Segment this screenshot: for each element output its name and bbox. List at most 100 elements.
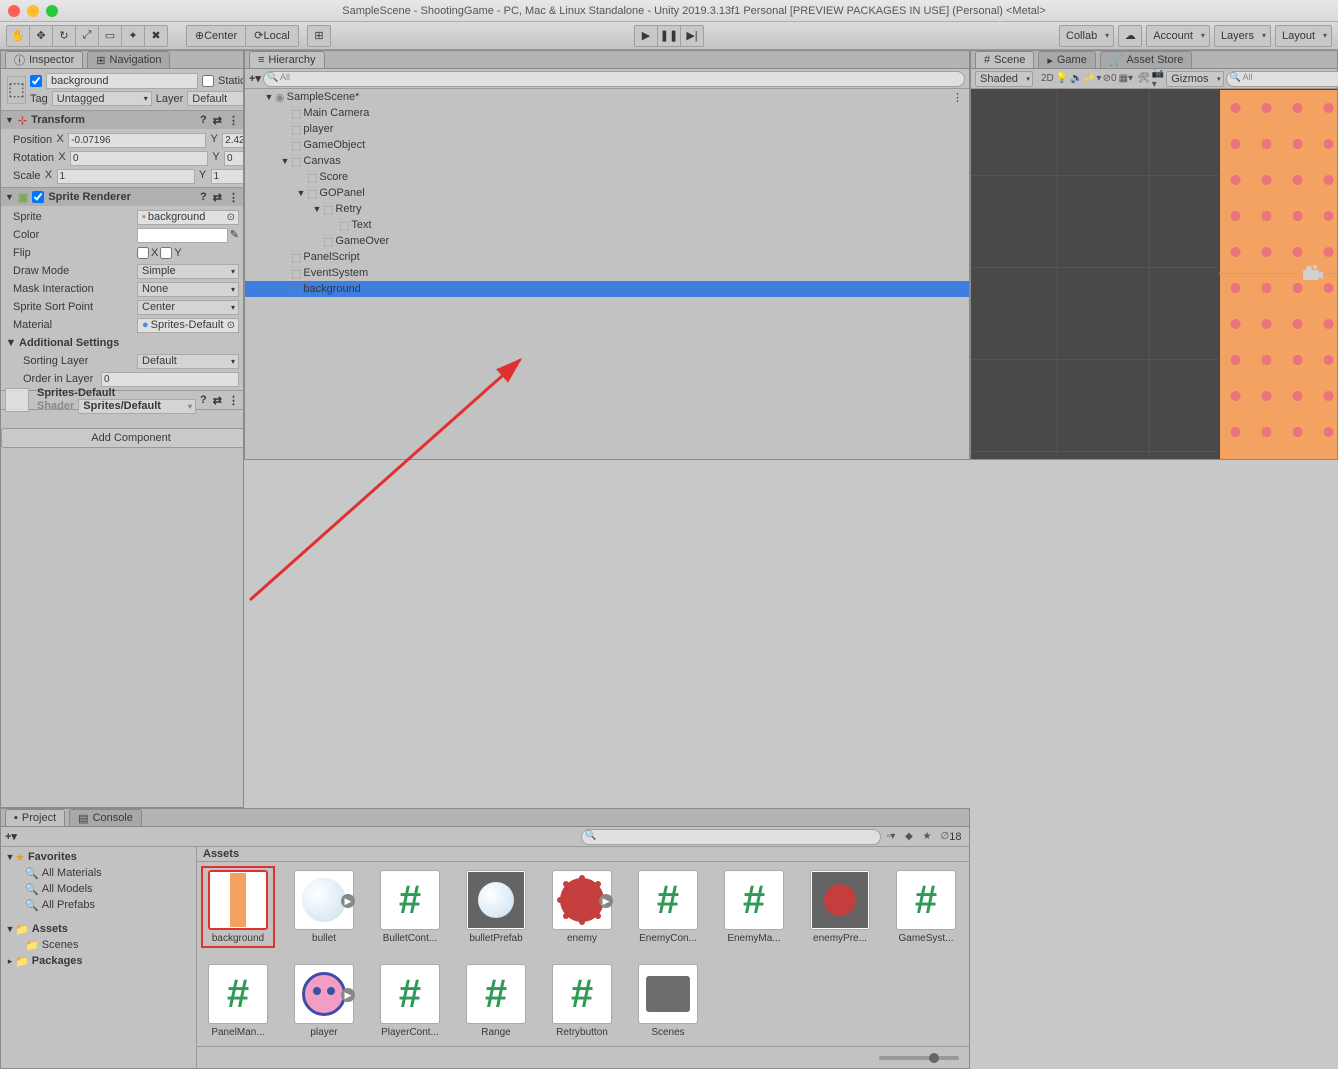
orderinlayer-input[interactable] — [101, 372, 239, 387]
eyedropper-icon[interactable]: ✎ — [230, 228, 239, 243]
tab-asset-store[interactable]: 🛒Asset Store — [1100, 51, 1193, 68]
menu-icon[interactable]: ⋮ — [228, 191, 239, 204]
asset-bullet[interactable]: ▶bullet — [291, 870, 357, 944]
asset-background[interactable]: background — [205, 870, 271, 944]
menu-icon[interactable]: ⋮ — [228, 114, 239, 127]
tab-game[interactable]: ▸Game — [1038, 51, 1096, 68]
snap-button[interactable]: ⊞ — [307, 25, 331, 47]
asset-enemypre-[interactable]: enemyPre... — [807, 870, 873, 944]
shading-mode-dropdown[interactable]: Shaded — [975, 71, 1033, 87]
gameobject-icon[interactable]: ⬚ — [7, 76, 26, 104]
step-button[interactable]: ▶| — [680, 25, 704, 47]
asset-bulletcont-[interactable]: #BulletCont... — [377, 870, 443, 944]
asset-enemycon-[interactable]: #EnemyCon... — [635, 870, 701, 944]
collab-dropdown[interactable]: Collab — [1059, 25, 1114, 47]
sprite-renderer-header[interactable]: ▼▣Sprite Renderer ?⇄⋮ — [1, 188, 243, 206]
gameobject-name-input[interactable] — [46, 73, 198, 89]
active-checkbox[interactable] — [30, 75, 42, 87]
asset-playercont-[interactable]: #PlayerCont... — [377, 964, 443, 1038]
hierarchy-item-gameobject[interactable]: ⬚GameObject — [245, 137, 969, 153]
mask-dropdown[interactable]: None — [137, 282, 239, 297]
tab-project[interactable]: ▪Project — [5, 809, 65, 826]
pos-y-input[interactable] — [222, 133, 243, 148]
scene-search[interactable]: All — [1226, 71, 1338, 87]
play-button[interactable]: ▶ — [634, 25, 658, 47]
asset-panelman-[interactable]: #PanelMan... — [205, 964, 271, 1038]
sortinglayer-dropdown[interactable]: Default — [137, 354, 239, 369]
hierarchy-item-gopanel[interactable]: ▼⬚GOPanel — [245, 185, 969, 201]
hierarchy-item-panelscript[interactable]: ⬚PanelScript — [245, 249, 969, 265]
hand-tool-button[interactable]: ✋ — [6, 25, 30, 47]
asset-bulletprefab[interactable]: bulletPrefab — [463, 870, 529, 944]
custom-tool-button[interactable]: ✖ — [144, 25, 168, 47]
help-icon[interactable]: ? — [200, 114, 207, 127]
layers-dropdown[interactable]: Layers — [1214, 25, 1271, 47]
pause-button[interactable]: ❚❚ — [657, 25, 681, 47]
color-field[interactable] — [137, 228, 228, 243]
rotate-tool-button[interactable]: ↻ — [52, 25, 76, 47]
hierarchy-item-canvas[interactable]: ▼⬚Canvas — [245, 153, 969, 169]
scale-x-input[interactable] — [57, 169, 195, 184]
project-search[interactable] — [581, 829, 881, 845]
hierarchy-item-samplescene-[interactable]: ▼◉SampleScene*⋮ — [245, 89, 969, 105]
layout-dropdown[interactable]: Layout — [1275, 25, 1332, 47]
transform-tool-button[interactable]: ✦ — [121, 25, 145, 47]
sprite-field[interactable]: ▪background — [137, 210, 239, 225]
tab-console[interactable]: ▤Console — [69, 809, 142, 826]
camera-icon[interactable]: 📷▾ — [1152, 72, 1164, 86]
tab-navigation[interactable]: ⊞Navigation — [87, 51, 170, 68]
close-window-button[interactable] — [8, 5, 20, 17]
asset-enemy[interactable]: ▶enemy — [549, 870, 615, 944]
hierarchy-item-gameover[interactable]: ⬚GameOver — [245, 233, 969, 249]
scale-tool-button[interactable]: ⤢ — [75, 25, 99, 47]
pivot-center-button[interactable]: ⊕Center — [186, 25, 246, 47]
fx-toggle[interactable]: ✨▾ — [1085, 72, 1101, 86]
tab-hierarchy[interactable]: ≡Hierarchy — [249, 51, 325, 68]
pos-x-input[interactable] — [68, 133, 206, 148]
scale-y-input[interactable] — [211, 169, 243, 184]
thumbnail-size-slider[interactable] — [879, 1056, 959, 1060]
asset-player[interactable]: ▶player — [291, 964, 357, 1038]
rect-tool-button[interactable]: ▭ — [98, 25, 122, 47]
project-tree[interactable]: ▼★ Favorites 🔍 All Materials 🔍 All Model… — [1, 847, 197, 1068]
pivot-local-button[interactable]: ⟳Local — [245, 25, 299, 47]
flip-x-checkbox[interactable] — [137, 247, 149, 259]
account-dropdown[interactable]: Account — [1146, 25, 1210, 47]
preset-icon[interactable]: ⇄ — [213, 394, 222, 407]
hierarchy-item-text[interactable]: ⬚Text — [245, 217, 969, 233]
material-card-header[interactable]: Sprites-Default ShaderSprites/Default ?⇄… — [1, 391, 243, 409]
hidden-packages-icon[interactable]: ∅18 — [937, 830, 965, 844]
tab-scene[interactable]: #Scene — [975, 51, 1034, 68]
gizmos-dropdown[interactable]: Gizmos — [1166, 71, 1223, 87]
sortpoint-dropdown[interactable]: Center — [137, 300, 239, 315]
material-field[interactable]: ●Sprites-Default — [137, 318, 239, 333]
drawmode-dropdown[interactable]: Simple — [137, 264, 239, 279]
hierarchy-item-score[interactable]: ⬚Score — [245, 169, 969, 185]
flip-y-checkbox[interactable] — [160, 247, 172, 259]
additional-settings-label[interactable]: Additional Settings — [19, 337, 119, 349]
project-create-dropdown[interactable]: +▾ — [5, 830, 17, 843]
cloud-button[interactable]: ☁ — [1118, 25, 1142, 47]
add-component-button[interactable]: Add Component — [1, 428, 243, 448]
filter-by-type-icon[interactable]: ▫▾ — [883, 830, 899, 844]
move-tool-button[interactable]: ✥ — [29, 25, 53, 47]
hierarchy-item-player[interactable]: ⬚player — [245, 121, 969, 137]
project-breadcrumb[interactable]: Assets — [197, 847, 969, 862]
hierarchy-item-eventsystem[interactable]: ⬚EventSystem — [245, 265, 969, 281]
grid-toggle[interactable]: ▦▾ — [1119, 72, 1133, 86]
asset-range[interactable]: #Range — [463, 964, 529, 1038]
hierarchy-search[interactable]: All — [263, 71, 965, 87]
minimize-window-button[interactable] — [27, 5, 39, 17]
save-search-icon[interactable]: ★ — [919, 830, 935, 844]
scene-viewport[interactable] — [971, 89, 1337, 459]
create-dropdown[interactable]: +▾ — [249, 72, 261, 85]
zoom-window-button[interactable] — [46, 5, 58, 17]
sr-enabled-checkbox[interactable] — [32, 191, 44, 203]
asset-scenes[interactable]: Scenes — [635, 964, 701, 1038]
hidden-toggle[interactable]: ⊘0 — [1103, 72, 1117, 86]
preset-icon[interactable]: ⇄ — [213, 114, 222, 127]
static-checkbox[interactable] — [202, 75, 214, 87]
tag-dropdown[interactable]: Untagged — [52, 91, 152, 106]
menu-icon[interactable]: ⋮ — [228, 394, 239, 407]
asset-gamesyst-[interactable]: #GameSyst... — [893, 870, 959, 944]
